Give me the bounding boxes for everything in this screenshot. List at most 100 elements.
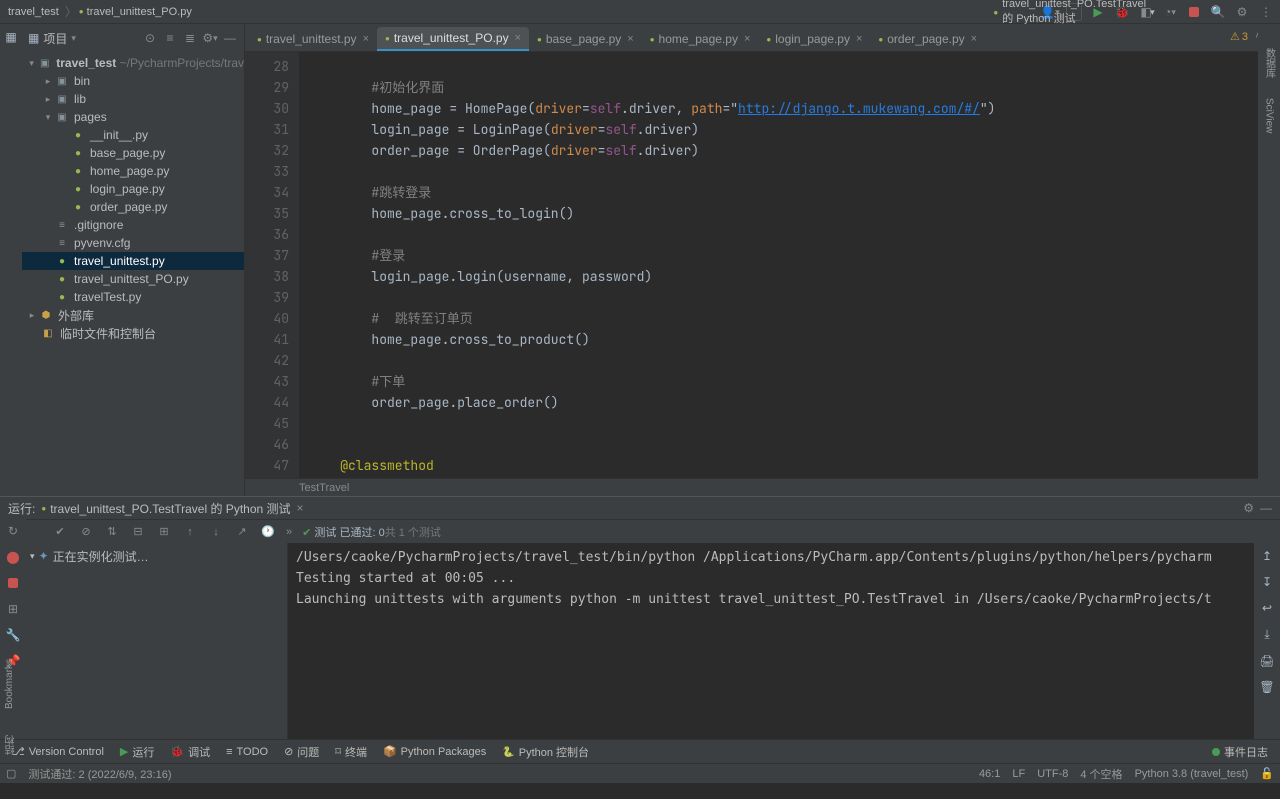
close-run-tab-icon[interactable]: ×: [297, 501, 304, 515]
tree-file[interactable]: ●base_page.py: [22, 144, 244, 162]
gear-icon[interactable]: ⚙▾: [202, 30, 218, 46]
panel-title[interactable]: 项目: [43, 30, 67, 47]
layout-icon[interactable]: ⊞: [5, 601, 21, 617]
gear-icon[interactable]: ⚙: [1243, 501, 1254, 515]
lock-icon[interactable]: 🔓: [1260, 767, 1274, 780]
next-test-icon[interactable]: ↓: [208, 524, 224, 540]
hide-icon[interactable]: —: [1260, 501, 1272, 515]
tree-file[interactable]: ●travel_unittest_PO.py: [22, 270, 244, 288]
clear-icon[interactable]: 🗑: [1259, 680, 1274, 694]
stop-icon[interactable]: [1186, 4, 1202, 20]
editor-breadcrumb[interactable]: TestTravel: [245, 478, 1280, 496]
tree-file[interactable]: ●__init__.py: [22, 126, 244, 144]
search-icon[interactable]: 🔍: [1210, 4, 1226, 20]
rerun-icon[interactable]: ↻: [5, 523, 21, 539]
run-config-name[interactable]: ●travel_unittest_PO.TestTravel 的 Python …: [41, 500, 290, 517]
tree-file[interactable]: ●travel_unittest.py: [22, 252, 244, 270]
tree-file[interactable]: ●login_page.py: [22, 180, 244, 198]
history-icon[interactable]: 🕐: [260, 524, 276, 540]
debug-icon[interactable]: 🐞: [1114, 4, 1130, 20]
terminal-tab[interactable]: ⌑ 终端: [329, 744, 373, 760]
run-icon[interactable]: ▶: [1090, 4, 1106, 20]
profile-icon[interactable]: ◔▾: [1162, 4, 1178, 20]
print-icon[interactable]: 🖨: [1259, 654, 1274, 668]
export-icon[interactable]: ↗: [234, 524, 250, 540]
prev-test-icon[interactable]: ↑: [182, 524, 198, 540]
settings-icon[interactable]: ⚙: [1234, 4, 1250, 20]
debug-tab[interactable]: 🐞 调试: [164, 744, 216, 760]
close-icon[interactable]: ×: [515, 32, 521, 44]
version-control-tab[interactable]: ⎇ Version Control: [6, 745, 110, 758]
settings-icon[interactable]: 🔧: [5, 627, 21, 643]
editor-tab[interactable]: ●home_page.py×: [642, 27, 759, 51]
database-tool-tab[interactable]: 数据库: [1262, 44, 1277, 82]
editor-tab[interactable]: ●base_page.py×: [529, 27, 642, 51]
event-log-tab[interactable]: 事件日志: [1206, 744, 1274, 760]
run-config-selector[interactable]: ●travel_unittest_PO.TestTravel 的 Python …: [1066, 3, 1082, 21]
scratches[interactable]: ◧临时文件和控制台: [22, 324, 244, 342]
file-encoding[interactable]: UTF-8: [1037, 768, 1068, 780]
tree-file[interactable]: ≡.gitignore: [22, 216, 244, 234]
line-separator[interactable]: LF: [1012, 768, 1025, 780]
chevron-down-icon[interactable]: ▾: [71, 33, 76, 44]
python-interpreter[interactable]: Python 3.8 (travel_test): [1135, 768, 1249, 780]
tree-file[interactable]: ●home_page.py: [22, 162, 244, 180]
coverage-icon[interactable]: ◧: [1138, 4, 1154, 20]
close-icon[interactable]: ×: [744, 33, 750, 45]
bookmarks-tool-tab[interactable]: Bookmarks: [4, 659, 15, 709]
external-libs[interactable]: ▸⬢外部库: [22, 306, 244, 324]
tree-file[interactable]: ≡pyvenv.cfg: [22, 234, 244, 252]
collapse-icon[interactable]: ⊞: [156, 524, 172, 540]
cursor-position[interactable]: 46:1: [979, 768, 1000, 780]
tree-folder[interactable]: ▾▣pages: [22, 108, 244, 126]
tree-file[interactable]: ●travelTest.py: [22, 288, 244, 306]
indent-info[interactable]: 4 个空格: [1080, 766, 1122, 782]
tree-file[interactable]: ●order_page.py: [22, 198, 244, 216]
test-tree-root[interactable]: ▾✦正在实例化测试…: [30, 547, 283, 565]
close-icon[interactable]: ×: [971, 33, 977, 45]
editor-tab[interactable]: ●travel_unittest_PO.py×: [377, 27, 529, 51]
ignored-filter-icon[interactable]: ⊘: [78, 524, 94, 540]
passed-filter-icon[interactable]: ✔: [52, 524, 68, 540]
close-icon[interactable]: ×: [856, 33, 862, 45]
import-icon[interactable]: ↧: [1262, 575, 1272, 589]
editor-tab[interactable]: ●order_page.py×: [870, 27, 985, 51]
console-output[interactable]: /Users/caoke/PycharmProjects/travel_test…: [288, 543, 1254, 739]
breadcrumb-root[interactable]: travel_test: [8, 6, 59, 18]
tree-folder[interactable]: ▸▣lib: [22, 90, 244, 108]
tree-root[interactable]: ▾▣ travel_test ~/PycharmProjects/trav: [22, 54, 244, 72]
editor-tab[interactable]: ●travel_unittest.py×: [249, 27, 377, 51]
breadcrumb-file[interactable]: ● travel_unittest_PO.py: [79, 6, 192, 18]
hide-icon[interactable]: —: [222, 30, 238, 46]
more-icon[interactable]: ⋮: [1258, 4, 1274, 20]
todo-tab[interactable]: ≡ TODO: [220, 746, 274, 758]
test-status-label: ✔ 测试 已通过: 0共 1 个测试: [302, 524, 441, 540]
code-area[interactable]: #初始化界面 home_page = HomePage(driver=self.…: [299, 52, 1280, 478]
project-tree[interactable]: ▾▣ travel_test ~/PycharmProjects/trav ▸▣…: [22, 52, 244, 496]
close-icon[interactable]: ×: [363, 33, 369, 45]
run-tab[interactable]: ▶ 运行: [114, 744, 160, 760]
tree-folder[interactable]: ▸▣bin: [22, 72, 244, 90]
project-tool-icon[interactable]: ▦: [5, 30, 16, 44]
python-console-tab[interactable]: Python 控制台: [496, 744, 595, 760]
structure-tool-tab[interactable]: 结构: [4, 735, 19, 755]
export-icon[interactable]: ↥: [1262, 549, 1272, 563]
scroll-end-icon[interactable]: ⤓: [1264, 627, 1269, 642]
soft-wrap-icon[interactable]: ↩: [1262, 601, 1272, 615]
line-gutter[interactable]: 2829303132333435363738394041424344454647: [245, 52, 299, 478]
tool-window-quick-icon[interactable]: ▢: [6, 767, 16, 780]
python-packages-tab[interactable]: 📦 Python Packages: [377, 745, 492, 758]
warnings-badge[interactable]: ⚠ 3: [1230, 30, 1248, 43]
select-opened-icon[interactable]: ⊙: [142, 30, 158, 46]
stop-icon[interactable]: [5, 575, 21, 591]
toggle-auto-test-icon[interactable]: ⬤: [5, 549, 21, 565]
editor-tab[interactable]: ●login_page.py×: [758, 27, 870, 51]
collapse-all-icon[interactable]: ≣: [182, 30, 198, 46]
problems-tab[interactable]: ⊘ 问题: [278, 744, 325, 760]
expand-icon[interactable]: ⊟: [130, 524, 146, 540]
close-icon[interactable]: ×: [627, 33, 633, 45]
sciview-tool-tab[interactable]: SciView: [1264, 94, 1275, 137]
test-tree[interactable]: ▾✦正在实例化测试…: [26, 543, 288, 739]
expand-all-icon[interactable]: ≡: [162, 30, 178, 46]
sort-icon[interactable]: ⇅: [104, 524, 120, 540]
